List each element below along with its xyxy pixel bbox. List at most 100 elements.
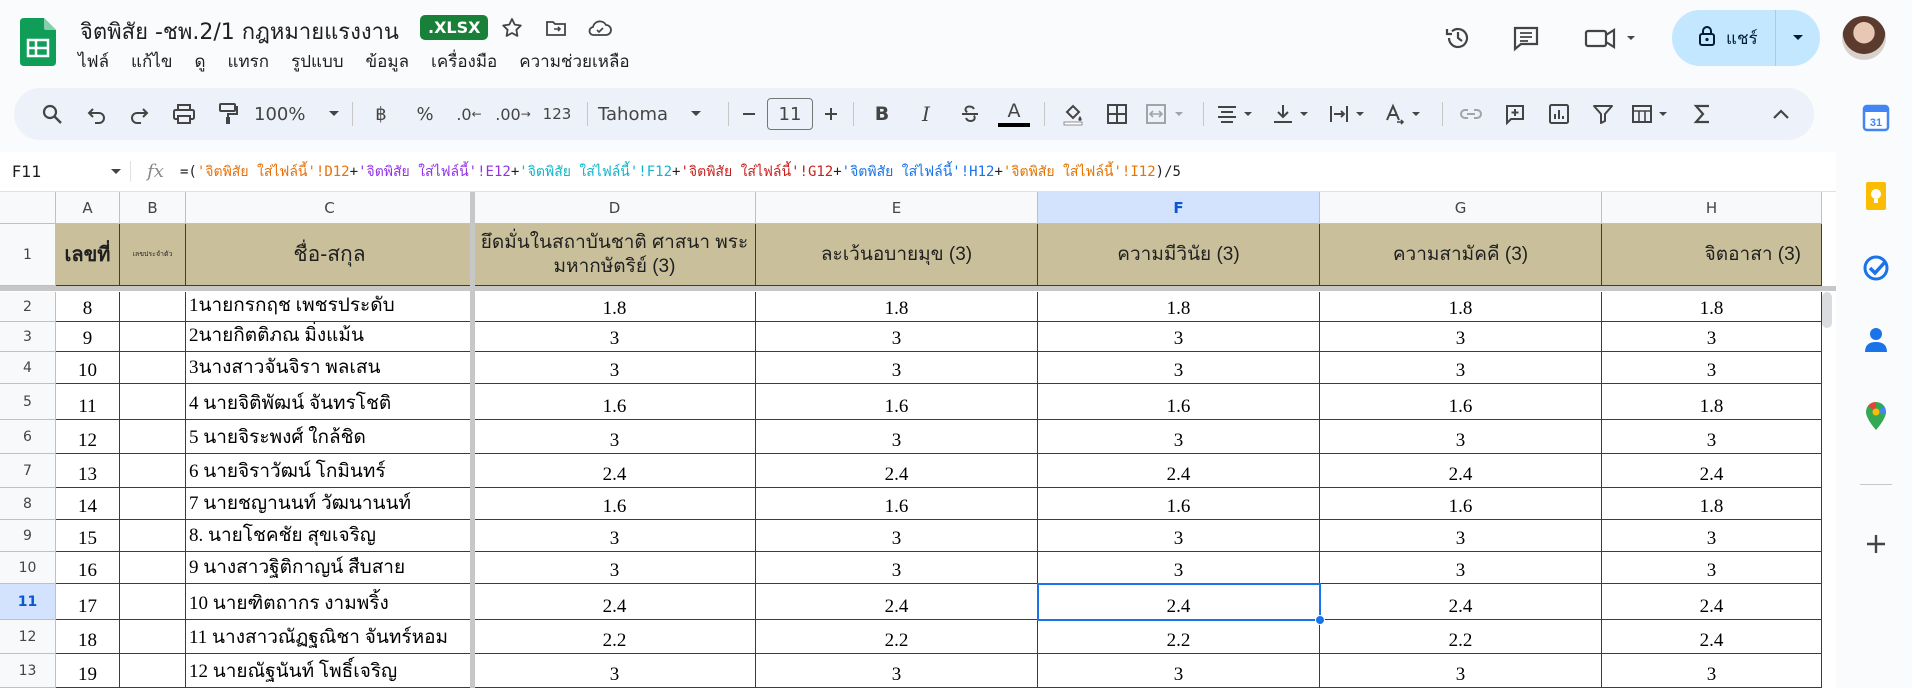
cell-f7[interactable]: 2.4	[1038, 454, 1320, 488]
column-header-d[interactable]: D	[474, 192, 756, 224]
cell-b8[interactable]	[120, 488, 186, 520]
move-folder-icon[interactable]	[542, 14, 570, 42]
row-header-3[interactable]: 3	[0, 322, 56, 352]
decrease-font-size-icon[interactable]	[739, 96, 759, 132]
keep-icon[interactable]	[1862, 182, 1890, 210]
menu-help[interactable]: ความช่วยเหลือ	[519, 48, 629, 75]
header-cell-c[interactable]: ชื่อ-สกุล	[186, 224, 474, 286]
column-header-h[interactable]: H	[1602, 192, 1822, 224]
insert-comment-icon[interactable]	[1497, 96, 1533, 132]
cell-g7[interactable]: 2.4	[1320, 454, 1602, 488]
name-box[interactable]: F11	[0, 162, 130, 181]
column-header-f[interactable]: F	[1038, 192, 1320, 224]
header-cell-b[interactable]: เลขประจำตัว	[120, 224, 186, 286]
bold-button[interactable]: B	[864, 96, 900, 132]
cell-d8[interactable]: 1.6	[474, 488, 756, 520]
cell-c2[interactable]: 1นายกรกฤช เพชรประดับ	[186, 292, 474, 322]
document-title[interactable]: จิตพิสัย -ชพ.2/1 กฎหมายแรงงาน	[80, 14, 399, 49]
cell-g3[interactable]: 3	[1320, 322, 1602, 352]
borders-icon[interactable]	[1099, 96, 1135, 132]
cell-g10[interactable]: 3	[1320, 552, 1602, 584]
cell-f3[interactable]: 3	[1038, 322, 1320, 352]
row-header-13[interactable]: 13	[0, 654, 56, 688]
cell-e12[interactable]: 2.2	[756, 620, 1038, 654]
menu-format[interactable]: รูปแบบ	[291, 48, 343, 75]
cell-h9[interactable]: 3	[1602, 520, 1822, 552]
cell-f2[interactable]: 1.8	[1038, 292, 1320, 322]
cell-e11[interactable]: 2.4	[756, 584, 1038, 620]
comments-icon[interactable]	[1500, 12, 1552, 64]
row-header-5[interactable]: 5	[0, 384, 56, 420]
cell-g5[interactable]: 1.6	[1320, 384, 1602, 420]
cell-b11[interactable]	[120, 584, 186, 620]
vertical-scrollbar[interactable]	[1822, 292, 1832, 328]
cell-g12[interactable]: 2.2	[1320, 620, 1602, 654]
cell-c11[interactable]: 10 นายฑิตถากร งามพริ้ง	[186, 584, 474, 620]
cell-b13[interactable]	[120, 654, 186, 688]
cell-d12[interactable]: 2.2	[474, 620, 756, 654]
cell-h7[interactable]: 2.4	[1602, 454, 1822, 488]
cell-g11[interactable]: 2.4	[1320, 584, 1602, 620]
increase-decimal-button[interactable]: .00 →	[495, 96, 531, 132]
percent-format-button[interactable]: %	[407, 96, 443, 132]
cell-h3[interactable]: 3	[1602, 322, 1822, 352]
cell-c6[interactable]: 5 นายจิระพงศ์ ใกล้ชิด	[186, 420, 474, 454]
cell-g13[interactable]: 3	[1320, 654, 1602, 688]
cell-a6[interactable]: 12	[56, 420, 120, 454]
menu-data[interactable]: ข้อมูล	[366, 48, 409, 75]
cell-d4[interactable]: 3	[474, 352, 756, 384]
sheets-logo-icon[interactable]	[20, 18, 56, 66]
cell-b4[interactable]	[120, 352, 186, 384]
text-rotation-icon[interactable]	[1382, 96, 1430, 132]
text-wrapping-icon[interactable]	[1326, 96, 1374, 132]
currency-format-button[interactable]: ฿	[363, 96, 399, 132]
italic-button[interactable]: I	[908, 96, 944, 132]
fill-handle[interactable]	[1315, 615, 1325, 625]
row-header-7[interactable]: 7	[0, 454, 56, 488]
cell-a12[interactable]: 18	[56, 620, 120, 654]
contacts-icon[interactable]	[1862, 326, 1890, 354]
cell-a10[interactable]: 16	[56, 552, 120, 584]
row-header-12[interactable]: 12	[0, 620, 56, 654]
cell-b7[interactable]	[120, 454, 186, 488]
cell-d7[interactable]: 2.4	[474, 454, 756, 488]
text-color-button[interactable]: A	[996, 96, 1032, 132]
header-cell-d[interactable]: ยึดมั่นในสถาบันชาติ ศาสนา พระมหากษัตริย์…	[474, 224, 756, 286]
cell-b12[interactable]	[120, 620, 186, 654]
cell-f5[interactable]: 1.6	[1038, 384, 1320, 420]
merge-cells-icon[interactable]	[1143, 96, 1191, 132]
add-addon-icon[interactable]	[1862, 530, 1890, 558]
row-header-6[interactable]: 6	[0, 420, 56, 454]
zoom-select[interactable]: 100%	[254, 96, 340, 132]
row-header-1[interactable]: 1	[0, 224, 56, 286]
cell-a11[interactable]: 17	[56, 584, 120, 620]
share-dropdown-icon[interactable]	[1776, 34, 1820, 42]
horizontal-align-icon[interactable]	[1214, 96, 1262, 132]
cell-a4[interactable]: 10	[56, 352, 120, 384]
row-header-4[interactable]: 4	[0, 352, 56, 384]
cell-g8[interactable]: 1.6	[1320, 488, 1602, 520]
cell-f9[interactable]: 3	[1038, 520, 1320, 552]
strikethrough-icon[interactable]	[952, 96, 988, 132]
cell-h13[interactable]: 3	[1602, 654, 1822, 688]
cell-c4[interactable]: 3นางสาวจันจิรา พลเสน	[186, 352, 474, 384]
cell-c7[interactable]: 6 นายจิราวัฒน์ โกมินทร์	[186, 454, 474, 488]
insert-chart-icon[interactable]	[1541, 96, 1577, 132]
cell-h5[interactable]: 1.8	[1602, 384, 1822, 420]
cell-a5[interactable]: 11	[56, 384, 120, 420]
more-formats-button[interactable]: 123	[539, 96, 575, 132]
cell-a13[interactable]: 19	[56, 654, 120, 688]
frozen-column-divider[interactable]	[470, 192, 475, 688]
print-icon[interactable]	[166, 96, 202, 132]
cell-e6[interactable]: 3	[756, 420, 1038, 454]
cell-b5[interactable]	[120, 384, 186, 420]
fill-color-icon[interactable]	[1055, 96, 1091, 132]
cell-d10[interactable]: 3	[474, 552, 756, 584]
filter-views-icon[interactable]	[1629, 96, 1677, 132]
insert-link-icon[interactable]	[1453, 96, 1489, 132]
cell-e9[interactable]: 3	[756, 520, 1038, 552]
font-size-input[interactable]: 11	[767, 98, 813, 130]
column-header-b[interactable]: B	[120, 192, 186, 224]
undo-icon[interactable]	[78, 96, 114, 132]
cell-h4[interactable]: 3	[1602, 352, 1822, 384]
